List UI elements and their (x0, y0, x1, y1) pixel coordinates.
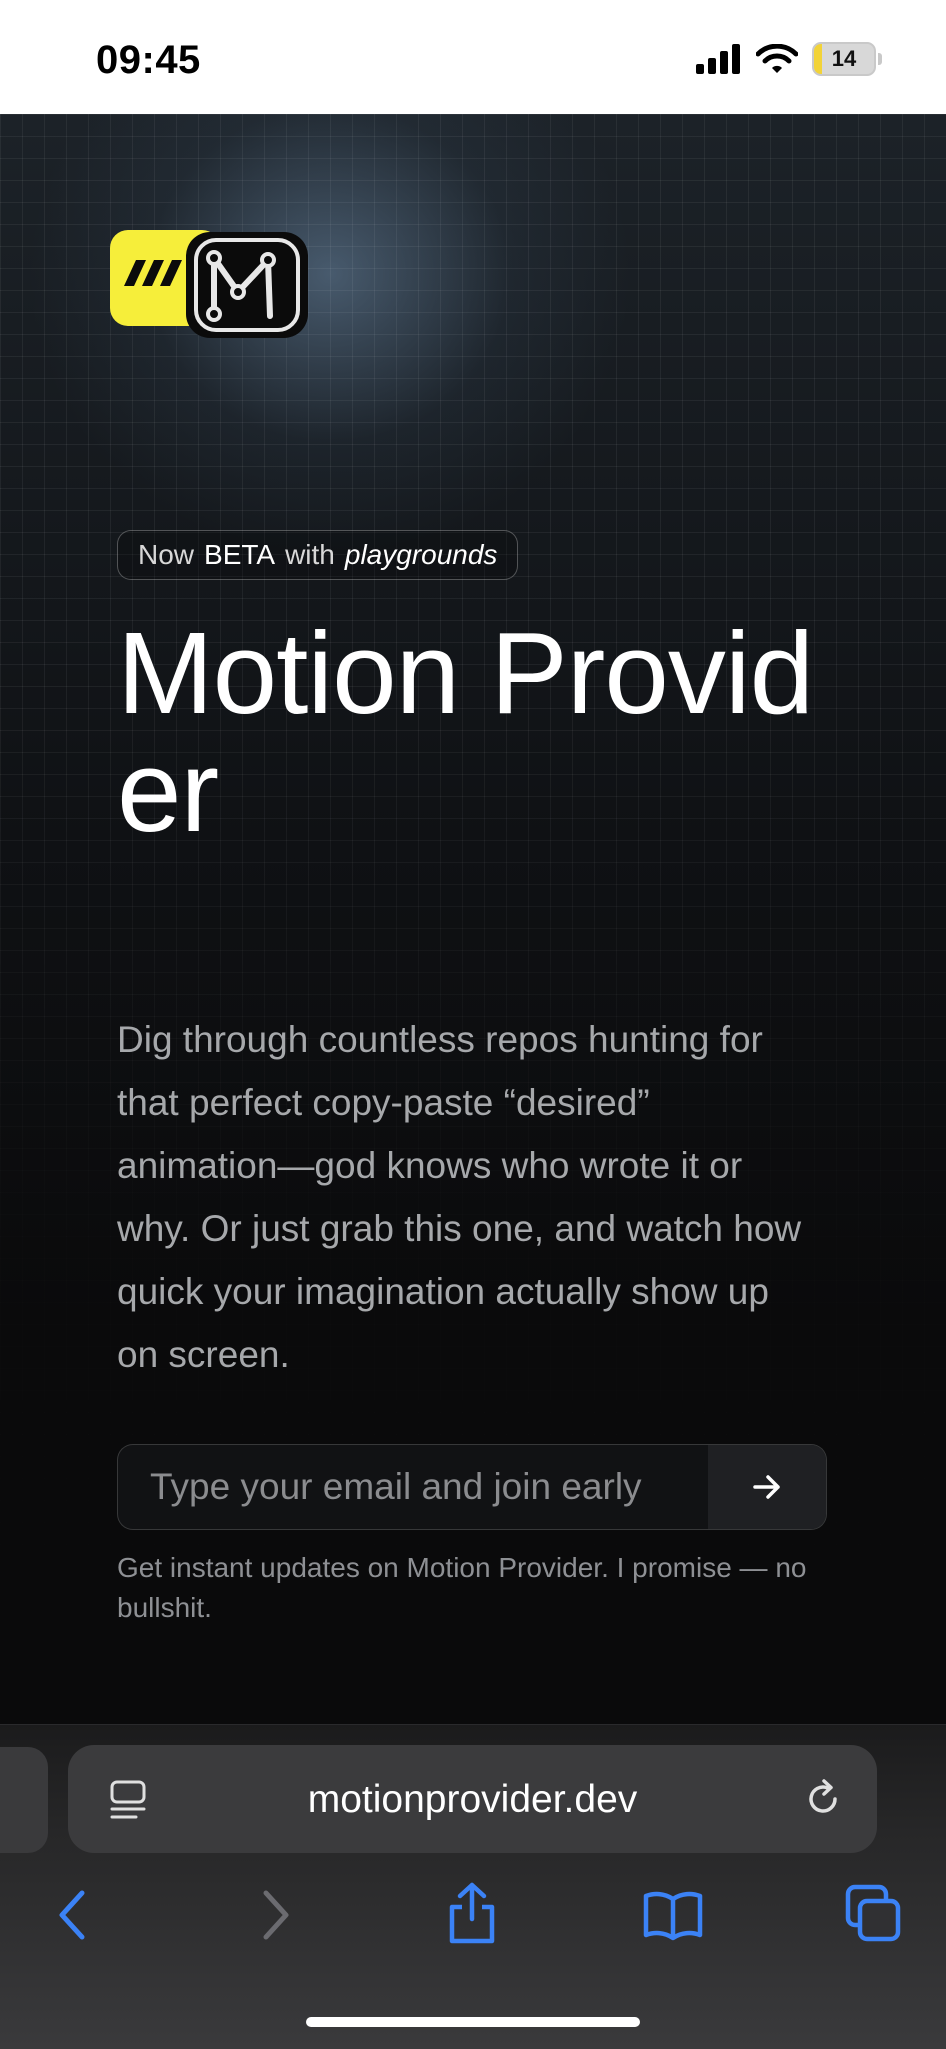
forward-icon[interactable] (256, 1887, 296, 1943)
battery-fill (814, 44, 823, 74)
page-title: Motion Provider (117, 608, 814, 856)
status-time: 09:45 (96, 38, 201, 82)
submit-button[interactable] (708, 1445, 826, 1529)
wifi-icon (756, 44, 798, 73)
email-input[interactable] (118, 1445, 708, 1529)
back-icon[interactable] (52, 1887, 92, 1943)
signup-note: Get instant updates on Motion Provider. … (117, 1552, 807, 1623)
share-icon[interactable] (446, 1881, 498, 1945)
status-bar: 09:45 14 (0, 0, 946, 114)
address-bar[interactable]: motionprovider.dev (68, 1745, 877, 1853)
badge-highlight: BETA (204, 539, 276, 570)
motion-provider-logo[interactable] (110, 230, 310, 340)
badge-prefix: Now (138, 539, 195, 570)
badge-middle: with (285, 539, 335, 570)
cellular-signal-icon (696, 44, 740, 74)
browser-chrome: motionprovider.dev (0, 1724, 946, 2049)
badge-emphasis: playgrounds (344, 539, 498, 570)
url-text[interactable]: motionprovider.dev (68, 1778, 877, 1822)
battery-level: 14 (831, 46, 857, 71)
home-indicator[interactable] (306, 2017, 640, 2027)
battery-charging-icon: 14 (812, 42, 876, 76)
tabs-icon[interactable] (844, 1883, 902, 1943)
previous-tab-preview[interactable] (0, 1747, 48, 1853)
arrow-right-icon (753, 1475, 780, 1499)
battery-tip (878, 53, 882, 65)
bookmarks-icon[interactable] (642, 1887, 704, 1943)
reload-icon[interactable] (801, 1777, 845, 1821)
hero-section: Now BETA with playgrounds Motion Provide… (0, 114, 946, 1724)
hero-description: Dig through countless repos hunting for … (117, 1019, 802, 1375)
email-signup-form (117, 1444, 827, 1530)
beta-badge: Now BETA with playgrounds (117, 530, 519, 580)
status-icons: 14 (696, 42, 882, 76)
